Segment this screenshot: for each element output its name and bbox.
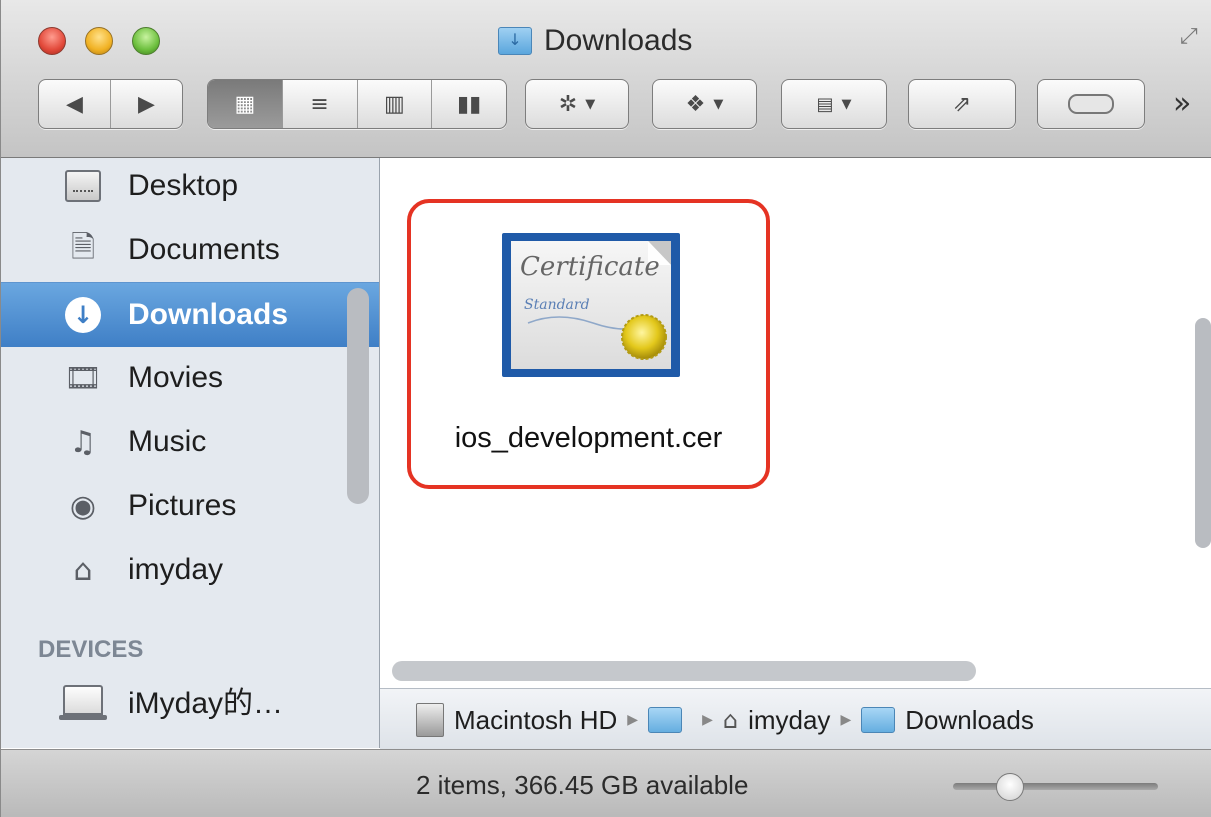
- icon-size-slider[interactable]: [953, 783, 1158, 790]
- toolbar-overflow-icon[interactable]: »: [1173, 86, 1191, 121]
- share-button[interactable]: ⇗: [908, 79, 1016, 129]
- certificate-subtitle-art: Standard: [524, 297, 590, 313]
- path-segment-label: imyday: [748, 704, 831, 735]
- path-segment-macintosh-hd[interactable]: Macintosh HD: [380, 703, 617, 737]
- sidebar-item-label: imyday: [128, 553, 224, 586]
- chevron-down-icon: ▼: [841, 96, 852, 112]
- desktop-icon: [63, 166, 103, 206]
- sidebar-item-label: Desktop: [128, 169, 239, 202]
- coverflow-view-icon[interactable]: ▮▮: [432, 80, 506, 128]
- path-separator-icon: ▶: [702, 712, 713, 728]
- sidebar-item-label: Pictures: [128, 489, 237, 522]
- path-segment-label: Downloads: [905, 704, 1034, 735]
- toggle-pill-icon: [1068, 94, 1114, 114]
- share-icon: ⇗: [952, 91, 972, 117]
- home-icon: ⌂: [722, 706, 739, 734]
- sidebar-item-label: Documents: [128, 233, 280, 266]
- action-menu-button[interactable]: ✲ ▼: [525, 79, 629, 129]
- dropbox-icon: ❖: [685, 91, 706, 117]
- chevron-down-icon: ▼: [713, 96, 724, 112]
- icon-view-icon[interactable]: ▦: [208, 80, 283, 128]
- sidebar-item-label: Downloads: [128, 298, 289, 331]
- pictures-icon: ◉: [69, 488, 97, 524]
- movies-icon: 🎞: [63, 360, 103, 396]
- path-segment-label: Macintosh HD: [454, 704, 618, 735]
- status-text: 2 items, 366.45 GB available: [416, 770, 749, 800]
- icon-size-slider-knob[interactable]: [996, 773, 1024, 801]
- path-segment-users[interactable]: [648, 707, 692, 733]
- content-vertical-scrollbar[interactable]: [1195, 318, 1211, 548]
- close-window-button[interactable]: [38, 27, 66, 55]
- file-area: Certificate Standard ios_development.cer: [380, 158, 1211, 688]
- zoom-window-button[interactable]: [132, 27, 160, 55]
- sidebar-item-label: iMyday的…: [128, 687, 284, 720]
- window-title: Downloads: [498, 22, 692, 60]
- chevron-down-icon: ▼: [585, 96, 596, 112]
- sidebar-item-label: Movies: [128, 361, 224, 394]
- laptop-icon: [59, 680, 107, 720]
- sidebar-item-imyday[interactable]: ⌂ imyday: [1, 538, 379, 602]
- music-icon: ♫: [69, 424, 97, 460]
- arrange-menu-button[interactable]: ▤ ▼: [781, 79, 887, 129]
- titlebar-toolbar: Downloads ⤢ ◀ ▶ ▦ ≡ ▥ ▮▮ ✲▼ ❖▼ ▤▼: [1, 0, 1211, 158]
- path-segment-downloads[interactable]: Downloads: [861, 705, 1034, 736]
- fullscreen-icon[interactable]: ⤢: [1180, 24, 1206, 50]
- sidebar-item-music[interactable]: ♫ Music: [1, 410, 379, 474]
- certificate-title-art: Certificate: [520, 252, 660, 282]
- sidebar-item-device[interactable]: iMyday的…: [1, 668, 379, 732]
- back-forward-control: ◀ ▶: [38, 79, 183, 129]
- downloads-icon: ↓: [63, 295, 103, 335]
- devices-heading: DEVICES: [38, 636, 144, 663]
- path-segment-imyday[interactable]: ⌂ imyday: [723, 705, 831, 736]
- sidebar-item-label: Music: [128, 425, 207, 458]
- hard-drive-icon: [416, 703, 444, 737]
- users-folder-icon: [648, 707, 683, 733]
- dropbox-menu-button[interactable]: ❖ ▼: [652, 79, 757, 129]
- column-view-icon[interactable]: ▥: [358, 80, 433, 128]
- window-title-text: Downloads: [544, 24, 693, 57]
- sidebar: Desktop 🗎 Documents ↓ Downloads 🎞 Movies…: [1, 158, 380, 748]
- back-arrow-icon[interactable]: ◀: [39, 80, 111, 128]
- sidebar-item-downloads[interactable]: ↓ Downloads: [1, 282, 379, 347]
- content-horizontal-scrollbar[interactable]: [392, 661, 976, 681]
- sidebar-scrollbar[interactable]: [347, 288, 369, 504]
- sidebar-item-movies[interactable]: 🎞 Movies: [1, 346, 379, 410]
- path-bar: Macintosh HD ▶ ▶ ⌂ imyday ▶ Downloads: [380, 688, 1211, 751]
- downloads-folder-icon: [861, 707, 896, 733]
- sidebar-item-documents[interactable]: 🗎 Documents: [1, 218, 379, 282]
- forward-arrow-icon[interactable]: ▶: [111, 80, 182, 128]
- downloads-folder-icon: [498, 27, 532, 55]
- list-view-icon[interactable]: ≡: [283, 80, 358, 128]
- home-icon: ⌂: [73, 552, 93, 588]
- path-separator-icon: ▶: [627, 712, 639, 728]
- documents-icon: 🗎: [70, 229, 96, 265]
- file-name[interactable]: ios_development.cer: [407, 422, 770, 455]
- status-bar: 2 items, 366.45 GB available: [1, 749, 1211, 817]
- sidebar-item-desktop[interactable]: Desktop: [1, 158, 379, 218]
- view-mode-control: ▦ ≡ ▥ ▮▮: [207, 79, 507, 129]
- certificate-icon[interactable]: Certificate Standard: [498, 231, 684, 381]
- finder-window: Downloads ⤢ ◀ ▶ ▦ ≡ ▥ ▮▮ ✲▼ ❖▼ ▤▼: [0, 0, 1211, 817]
- path-separator-icon: ▶: [840, 712, 852, 728]
- toggle-tags-button[interactable]: [1037, 79, 1145, 129]
- sidebar-item-pictures[interactable]: ◉ Pictures: [1, 474, 379, 538]
- arrange-icon: ▤: [816, 93, 834, 115]
- gear-icon: ✲: [558, 91, 578, 117]
- minimize-window-button[interactable]: [85, 27, 113, 55]
